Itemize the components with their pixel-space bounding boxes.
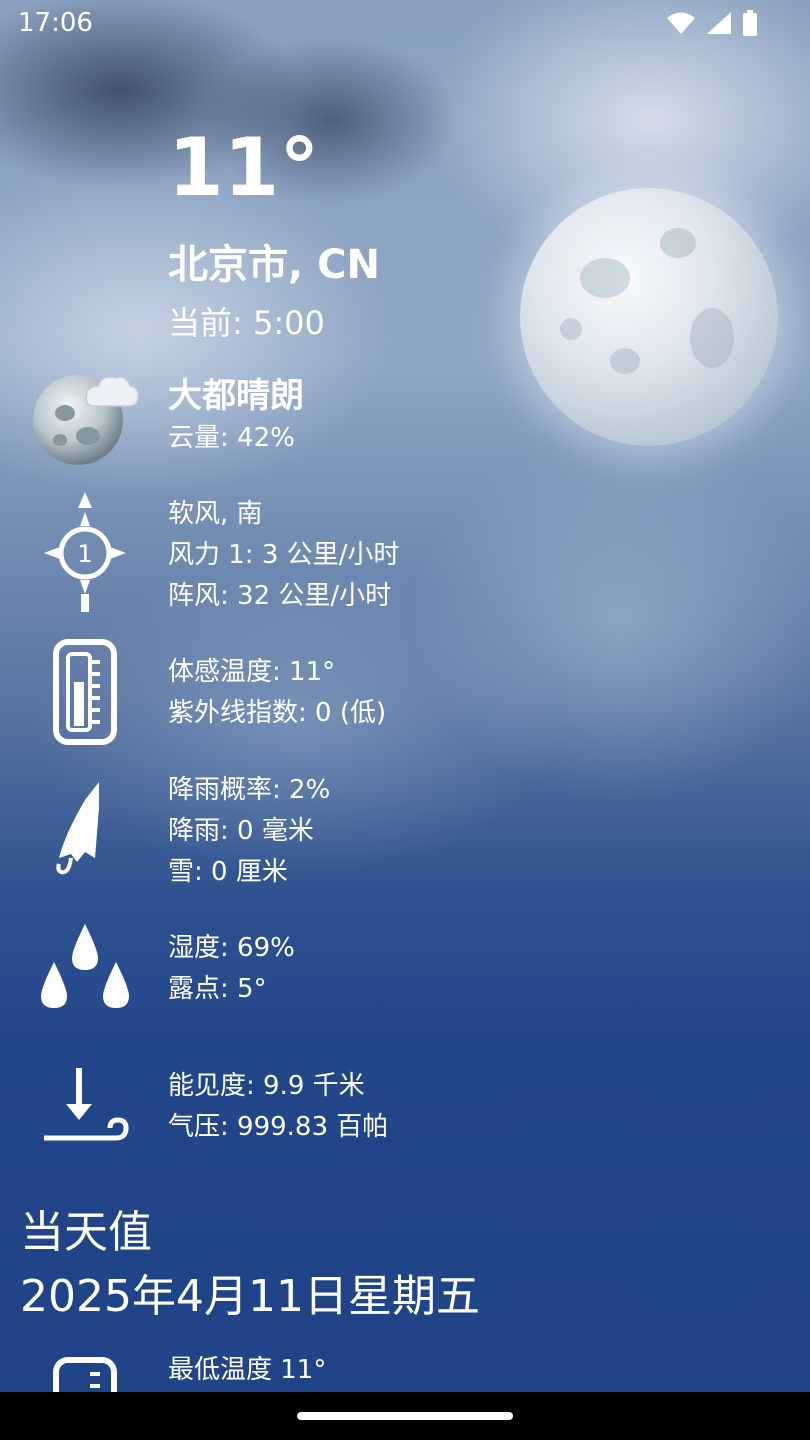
air-pressure: 气压: 999.83 百帕 (168, 1112, 389, 1142)
city-name[interactable]: 北京市, CN (168, 232, 380, 290)
weather-screen: 17:06 11° 北京市, CN 当前: 5:00 大都晴朗 云量: 42% … (0, 0, 810, 1440)
daily-date: 2025年4月11日星期五 (20, 1271, 480, 1322)
current-temperature: 11° (168, 121, 320, 214)
moon-cloud-icon (30, 368, 140, 468)
thermometer-icon (30, 638, 140, 746)
feels-like: 体感温度: 11° (168, 657, 336, 687)
rain-amount: 降雨: 0 毫米 (168, 816, 314, 846)
signal-icon (707, 12, 731, 34)
status-bar: 17:06 (0, 0, 810, 50)
visibility: 能见度: 9.9 千米 (168, 1071, 365, 1101)
battery-icon (743, 10, 757, 36)
moon-image (520, 188, 778, 446)
navigation-bar (0, 1392, 810, 1440)
current-time-label: 当前: 5:00 (168, 304, 325, 342)
wind-text: 软风, 南 风力 1: 3 公里/小时 阵风: 32 公里/小时 (168, 494, 399, 617)
pressure-text: 能见度: 9.9 千米 气压: 999.83 百帕 (168, 1066, 388, 1148)
precipitation-text: 降雨概率: 2% 降雨: 0 毫米 雪: 0 厘米 (168, 770, 330, 893)
humidity-text: 湿度: 69% 露点: 5° (168, 928, 295, 1010)
wind-gust: 阵风: 32 公里/小时 (168, 581, 392, 611)
daily-section-title: 当天值 (20, 1207, 152, 1258)
condition-title: 大都晴朗 (168, 376, 304, 416)
wind-compass-icon: 1 (30, 490, 140, 614)
umbrella-icon (30, 778, 140, 878)
home-gesture-bar[interactable] (297, 1412, 513, 1420)
status-time: 17:06 (18, 8, 93, 38)
compass-number: 1 (77, 540, 92, 568)
snow-amount: 雪: 0 厘米 (168, 857, 288, 887)
dew-point: 露点: 5° (168, 974, 267, 1004)
condition-text: 大都晴朗 云量: 42% (168, 374, 304, 459)
min-temp: 最低温度 11° (168, 1355, 327, 1385)
feels-text: 体感温度: 11° 紫外线指数: 0 (低) (168, 652, 386, 734)
pressure-icon (30, 1066, 140, 1146)
humidity-value: 湿度: 69% (168, 933, 295, 963)
wifi-icon (667, 12, 695, 34)
rain-chance: 降雨概率: 2% (168, 775, 331, 805)
wind-description: 软风, 南 (168, 499, 263, 529)
cloud-cover: 云量: 42% (168, 423, 295, 453)
uv-index: 紫外线指数: 0 (低) (168, 698, 387, 728)
wind-force: 风力 1: 3 公里/小时 (168, 540, 400, 570)
water-drops-icon (30, 922, 140, 1014)
status-icons (666, 10, 758, 36)
